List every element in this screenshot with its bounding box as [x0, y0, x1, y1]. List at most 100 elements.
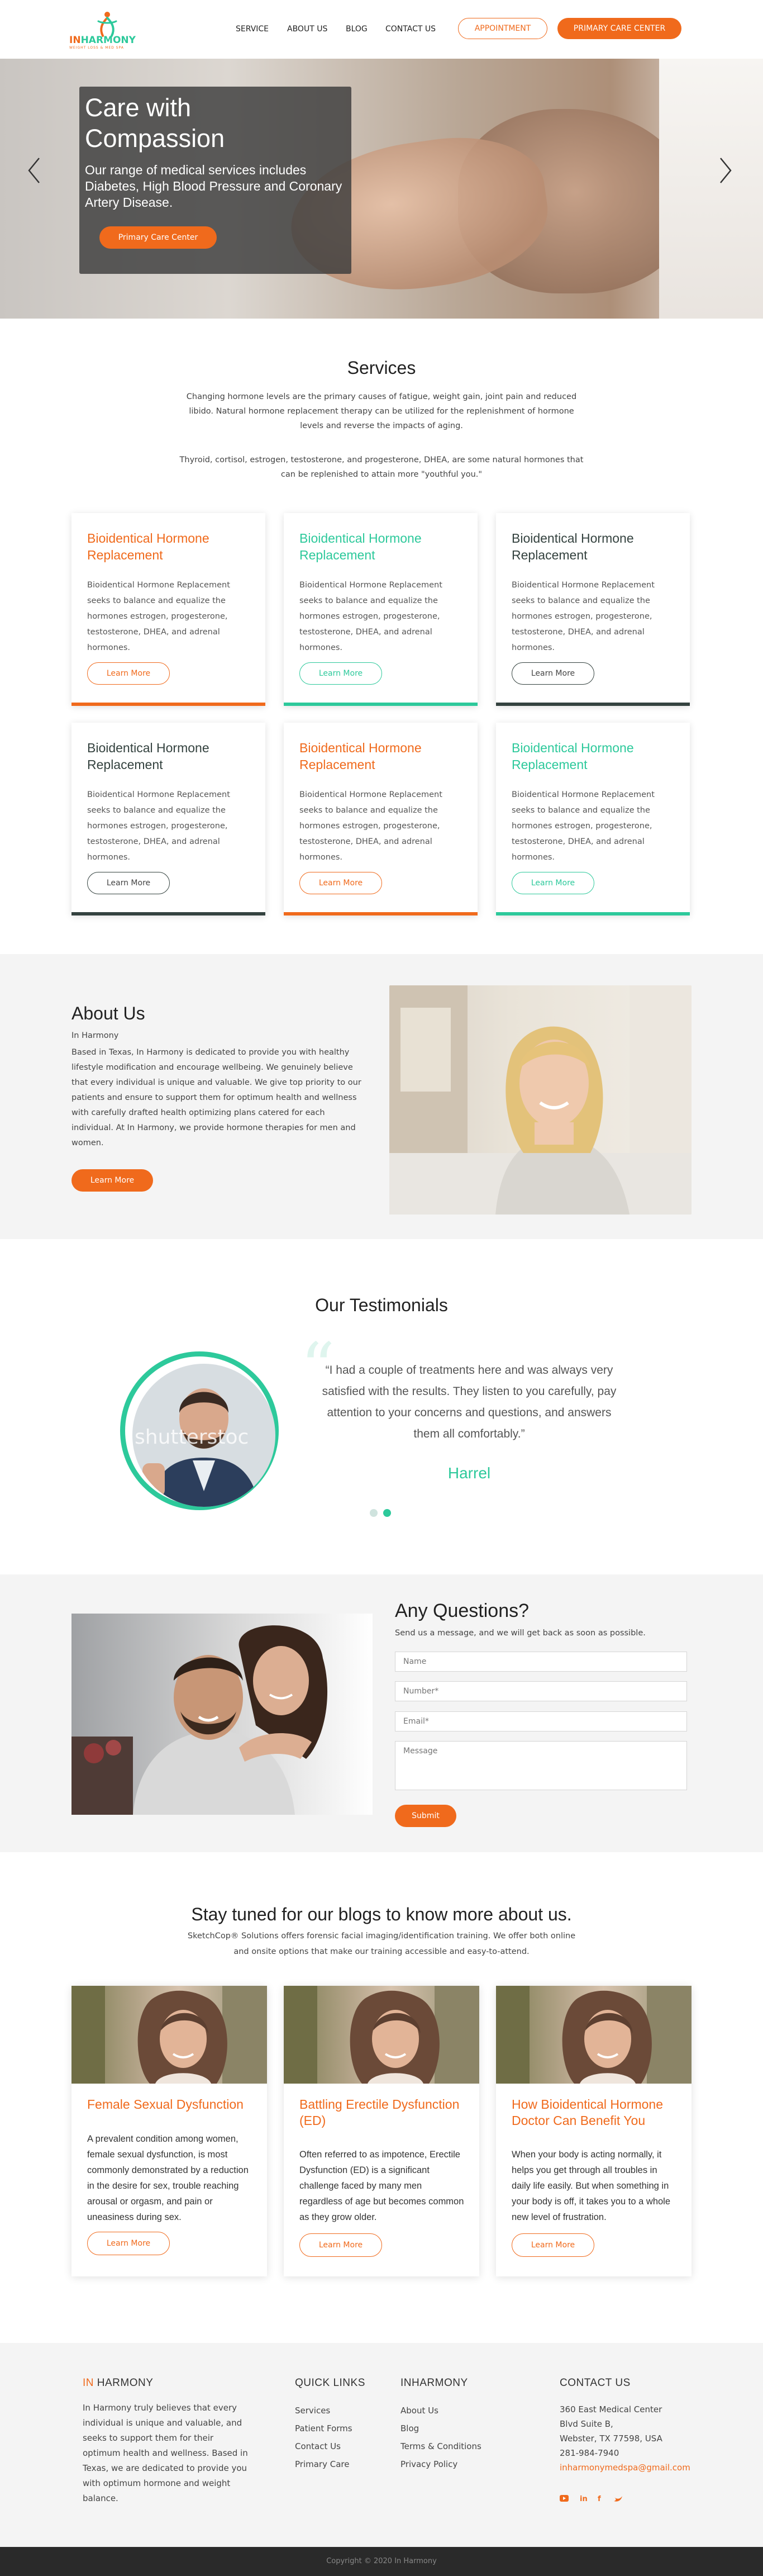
service-card: Bioidentical Hormone Replacement Bioident…	[284, 723, 478, 915]
about-learn-more-button[interactable]: Learn More	[71, 1169, 153, 1192]
blog-title[interactable]: How Bioidentical Hormone Doctor Can Bene…	[512, 2096, 679, 2129]
woman-portrait-image	[71, 1986, 267, 2084]
footer-link-about-us[interactable]: About Us	[400, 2406, 438, 2416]
footer-link-contact-us[interactable]: Contact Us	[295, 2441, 341, 2451]
service-card-accent-bar	[284, 912, 478, 915]
service-learn-more-button[interactable]: Learn More	[87, 662, 170, 685]
woman-portrait-image	[496, 1986, 692, 2084]
site-header: INHARMONY WEIGHT LOSS & MED SPA SERVICE …	[0, 0, 763, 59]
blog-card: Battling Erectile Dysfunction (ED) Often …	[284, 1986, 479, 2276]
service-card-accent-bar	[71, 912, 265, 915]
service-learn-more-button[interactable]: Learn More	[512, 662, 594, 685]
blog-excerpt: Often referred to as impotence, Erectile…	[299, 2150, 464, 2222]
name-field[interactable]	[395, 1652, 687, 1672]
svg-text:f: f	[598, 2495, 601, 2503]
couple-image	[71, 1614, 373, 1815]
woman-portrait-image	[284, 1986, 479, 2084]
blog-learn-more-button[interactable]: Learn More	[87, 2232, 170, 2255]
service-card-text: Bioidentical Hormone Replacement seeks t…	[87, 790, 230, 862]
submit-button[interactable]: Submit	[395, 1805, 456, 1827]
nav-about-us[interactable]: ABOUT US	[287, 25, 327, 34]
service-card-title: Bioidentical Hormone Replacement	[512, 531, 634, 562]
address-line-3: Webster, TX 77598, USA	[560, 2433, 662, 2444]
service-learn-more-button[interactable]: Learn More	[87, 872, 170, 894]
svg-text:in: in	[580, 2495, 588, 2503]
blog-learn-more-button[interactable]: Learn More	[512, 2233, 594, 2257]
blog-title[interactable]: Battling Erectile Dysfunction (ED)	[299, 2096, 467, 2129]
services-intro: Changing hormone levels are the primary …	[186, 392, 577, 430]
about-image	[389, 985, 692, 1215]
service-card-title: Bioidentical Hormone Replacement	[299, 531, 422, 562]
services-title: Services	[347, 358, 416, 378]
logo-tagline: WEIGHT LOSS & MED SPA	[69, 46, 124, 50]
youtube-icon[interactable]	[560, 2495, 569, 2502]
service-card-accent-bar	[496, 912, 690, 915]
service-card: Bioidentical Hormone Replacement Bioident…	[284, 513, 478, 706]
service-learn-more-button[interactable]: Learn More	[512, 872, 594, 894]
number-field[interactable]	[395, 1681, 687, 1701]
copyright-bar: Copyright © 2020 In Harmony	[0, 2547, 763, 2576]
nav-contact-us[interactable]: CONTACT US	[385, 25, 436, 34]
hero-primary-care-button[interactable]: Primary Care Center	[99, 226, 217, 249]
couple-photo	[71, 1625, 328, 1815]
hero-title: Care with Compassion	[85, 93, 225, 153]
carousel-dot-2[interactable]	[383, 1509, 391, 1517]
carousel-dot-1[interactable]	[370, 1509, 378, 1517]
service-card-accent-bar	[71, 703, 265, 706]
logo-in-text: IN	[69, 35, 81, 46]
service-card-text: Bioidentical Hormone Replacement seeks t…	[512, 790, 655, 862]
testimonial-avatar: shutterstoc	[120, 1351, 279, 1510]
chevron-right-icon[interactable]	[715, 154, 737, 187]
service-card-title: Bioidentical Hormone Replacement	[512, 741, 634, 772]
appointment-button[interactable]: APPOINTMENT	[458, 18, 547, 39]
inharmony-title: INHARMONY	[400, 2377, 468, 2389]
service-card-text: Bioidentical Hormone Replacement seeks t…	[299, 790, 442, 862]
services-intro-2: Thyroid, cortisol, estrogen, testosteron…	[179, 456, 584, 479]
blog-image	[284, 1986, 479, 2084]
footer-link-services[interactable]: Services	[295, 2406, 330, 2416]
hero-slider: Care with Compassion Our range of medica…	[0, 59, 763, 319]
address-line-2: Blvd Suite B,	[560, 2419, 613, 2429]
testimonial-quote: “I had a couple of treatments here and w…	[322, 1364, 617, 1440]
watermark-text: shutterstoc	[135, 1426, 249, 1449]
chevron-left-icon[interactable]	[22, 154, 45, 187]
facebook-icon[interactable]: f	[598, 2495, 601, 2503]
footer-link-blog[interactable]: Blog	[400, 2423, 419, 2433]
service-learn-more-button[interactable]: Learn More	[299, 662, 382, 685]
blog-card: Female Sexual Dysfunction A prevalent con…	[71, 1986, 267, 2276]
blog-card: How Bioidentical Hormone Doctor Can Bene…	[496, 1986, 692, 2276]
contact-title: CONTACT US	[560, 2377, 631, 2389]
twitter-icon[interactable]	[614, 2496, 622, 2502]
footer-brand: IN HARMONY	[83, 2377, 153, 2389]
nav-service[interactable]: SERVICE	[236, 25, 269, 34]
blog-image	[71, 1986, 267, 2084]
phone-number[interactable]: 281-984-7940	[560, 2448, 619, 2458]
smiling-woman-image	[389, 985, 692, 1215]
about-subtitle: In Harmony	[71, 1031, 119, 1040]
blog-learn-more-button[interactable]: Learn More	[299, 2233, 382, 2257]
primary-care-center-button[interactable]: PRIMARY CARE CENTER	[557, 18, 681, 39]
blogs-subtitle: SketchCop® Solutions offers forensic fac…	[187, 1932, 576, 1956]
logo-harmony-text: HARMONY	[80, 35, 136, 46]
service-card: Bioidentical Hormone Replacement Bioident…	[496, 723, 690, 915]
blog-image	[496, 1986, 692, 2084]
email-link[interactable]: inharmonymedspa@gmail.com	[560, 2463, 690, 2473]
nav-blog[interactable]: BLOG	[346, 25, 368, 34]
logo-wordmark[interactable]: INHARMONY	[69, 35, 136, 46]
footer-link-terms[interactable]: Terms & Conditions	[400, 2441, 481, 2451]
questions-subtitle: Send us a message, and we will get back …	[395, 1629, 646, 1638]
service-card-text: Bioidentical Hormone Replacement seeks t…	[299, 581, 442, 652]
email-field[interactable]	[395, 1711, 687, 1731]
copyright-text: Copyright © 2020 In Harmony	[326, 2557, 437, 2565]
blog-excerpt: When your body is acting normally, it he…	[512, 2150, 671, 2222]
service-learn-more-button[interactable]: Learn More	[299, 872, 382, 894]
footer-link-primary-care[interactable]: Primary Care	[295, 2459, 349, 2469]
footer-link-patient-forms[interactable]: Patient Forms	[295, 2423, 352, 2433]
blog-title[interactable]: Female Sexual Dysfunction	[87, 2096, 255, 2113]
service-card: Bioidentical Hormone Replacement Bioident…	[71, 513, 265, 706]
linkedin-icon[interactable]: in	[580, 2495, 588, 2503]
address-line-1: 360 East Medical Center	[560, 2404, 662, 2414]
footer-link-privacy[interactable]: Privacy Policy	[400, 2459, 457, 2469]
footer-brand-in: IN	[83, 2377, 94, 2389]
message-field[interactable]	[395, 1741, 687, 1790]
